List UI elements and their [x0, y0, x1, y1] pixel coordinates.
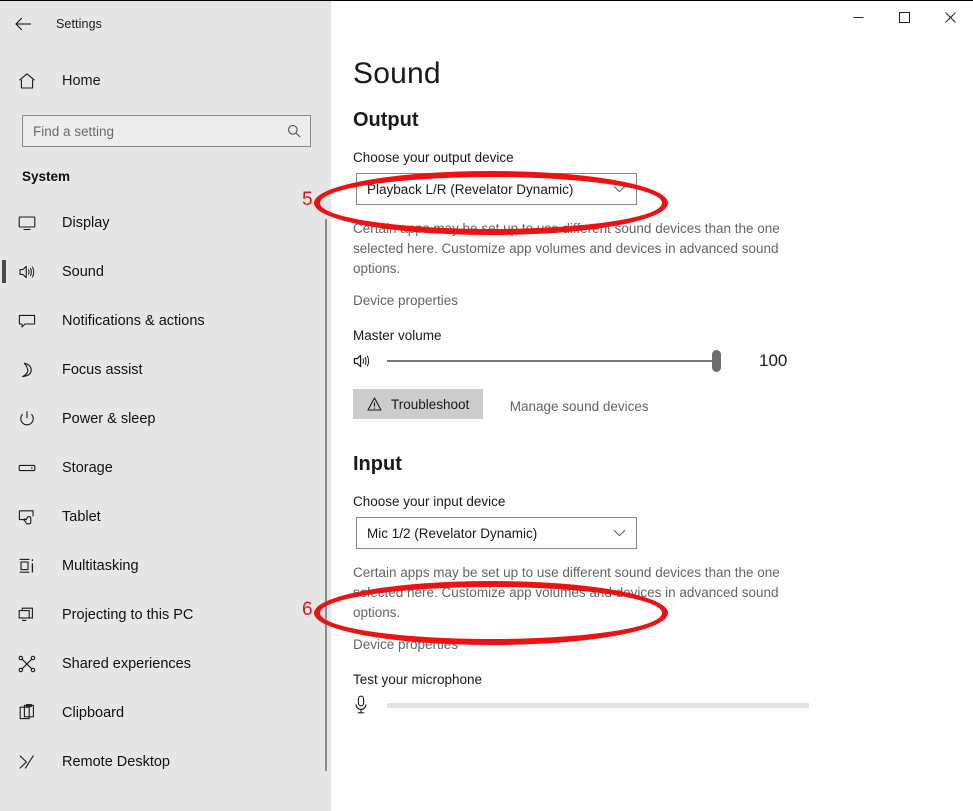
close-button[interactable]: [927, 1, 973, 33]
sidebar-item-label: Storage: [62, 459, 113, 476]
input-device-dropdown[interactable]: Mic 1/2 (Revelator Dynamic): [356, 517, 637, 549]
sidebar-item-projecting-to-this-pc[interactable]: Projecting to this PC: [0, 590, 331, 639]
input-device-properties-link[interactable]: Device properties: [353, 637, 458, 652]
troubleshoot-label: Troubleshoot: [391, 396, 470, 412]
home-icon: [18, 72, 44, 90]
remote-desktop-icon: [18, 753, 44, 771]
app-title: Settings: [56, 17, 102, 31]
settings-window: Settings Home System: [0, 0, 973, 811]
speaker-icon: [353, 352, 379, 370]
title-bar: Settings: [0, 1, 973, 47]
warning-triangle-icon: [367, 397, 382, 411]
notification-icon: [18, 312, 44, 330]
microphone-icon: [353, 695, 379, 715]
master-volume-label: Master volume: [353, 328, 442, 343]
output-device-properties-link[interactable]: Device properties: [353, 293, 458, 308]
sidebar-item-label: Display: [62, 214, 110, 231]
sidebar-item-label: Shared experiences: [62, 655, 191, 672]
sidebar-item-home[interactable]: Home: [0, 61, 331, 101]
test-microphone-row: [353, 695, 973, 715]
sidebar-item-power-sleep[interactable]: Power & sleep: [0, 394, 331, 443]
manage-sound-devices-link[interactable]: Manage sound devices: [510, 399, 649, 414]
monitor-icon: [18, 214, 44, 232]
input-section-heading: Input: [353, 453, 402, 475]
window-controls: [835, 1, 973, 33]
sidebar-item-focus-assist[interactable]: Focus assist: [0, 345, 331, 394]
input-device-value: Mic 1/2 (Revelator Dynamic): [367, 525, 538, 541]
search-box[interactable]: [22, 115, 311, 147]
test-microphone-label: Test your microphone: [353, 672, 483, 687]
sidebar-item-label: Notifications & actions: [62, 312, 205, 329]
sidebar-item-shared-experiences[interactable]: Shared experiences: [0, 639, 331, 688]
projecting-icon: [18, 606, 44, 624]
output-device-dropdown[interactable]: Playback L/R (Revelator Dynamic): [356, 173, 637, 205]
clipboard-icon: [18, 703, 44, 722]
input-device-label: Choose your input device: [353, 494, 506, 509]
page-title: Sound: [353, 57, 441, 90]
moon-icon: [18, 361, 44, 379]
share-icon: [18, 655, 44, 673]
chevron-down-icon: [613, 529, 626, 537]
sidebar-item-label: Remote Desktop: [62, 753, 170, 770]
sidebar-item-label: Clipboard: [62, 704, 125, 721]
sidebar-item-label: Sound: [62, 263, 104, 280]
title-bar-right: [331, 1, 973, 47]
output-help-text: Certain apps may be set up to use differ…: [353, 221, 780, 276]
back-button[interactable]: [0, 4, 46, 44]
title-bar-left: Settings: [0, 1, 331, 47]
sidebar-nav-list: Display Sound Notifications & actions Fo…: [0, 198, 331, 786]
multitasking-icon: [18, 557, 44, 575]
sidebar-home-label: Home: [62, 73, 101, 89]
minimize-button[interactable]: [835, 1, 881, 33]
master-volume-slider[interactable]: [387, 350, 721, 372]
sidebar-item-label: Power & sleep: [62, 410, 156, 427]
output-device-value: Playback L/R (Revelator Dynamic): [367, 181, 574, 197]
sidebar: Home System Display: [0, 47, 331, 811]
sidebar-item-multitasking[interactable]: Multitasking: [0, 541, 331, 590]
maximize-button[interactable]: [881, 1, 927, 33]
tablet-icon: [18, 508, 44, 526]
power-icon: [18, 410, 44, 428]
main-content: Sound Output Choose your output device P…: [331, 47, 973, 811]
sidebar-scrollbar[interactable]: [325, 219, 327, 771]
microphone-level-bar: [387, 702, 809, 708]
output-section-heading: Output: [353, 109, 419, 131]
sidebar-item-notifications-actions[interactable]: Notifications & actions: [0, 296, 331, 345]
sidebar-item-label: Focus assist: [62, 361, 143, 378]
sidebar-item-clipboard[interactable]: Clipboard: [0, 688, 331, 737]
sidebar-item-tablet[interactable]: Tablet: [0, 492, 331, 541]
sidebar-item-display[interactable]: Display: [0, 198, 331, 247]
master-volume-slider-thumb[interactable]: [712, 350, 721, 372]
output-device-label: Choose your output device: [353, 150, 514, 165]
search-input[interactable]: [23, 116, 310, 146]
chevron-down-icon: [613, 185, 626, 193]
input-help-text: Certain apps may be set up to use differ…: [353, 565, 780, 620]
sidebar-item-sound[interactable]: Sound: [0, 247, 331, 296]
drive-icon: [18, 459, 44, 477]
sidebar-item-label: Projecting to this PC: [62, 606, 194, 623]
speaker-icon: [18, 263, 44, 281]
sidebar-item-label: Tablet: [62, 508, 101, 525]
sidebar-item-storage[interactable]: Storage: [0, 443, 331, 492]
troubleshoot-button[interactable]: Troubleshoot: [353, 389, 484, 419]
master-volume-slider-row: 100: [353, 350, 973, 372]
master-volume-value: 100: [759, 351, 788, 370]
search-icon: [287, 124, 301, 138]
sidebar-item-label: Multitasking: [62, 557, 139, 574]
sidebar-section-label: System: [22, 169, 71, 184]
sidebar-item-remote-desktop[interactable]: Remote Desktop: [0, 737, 331, 786]
